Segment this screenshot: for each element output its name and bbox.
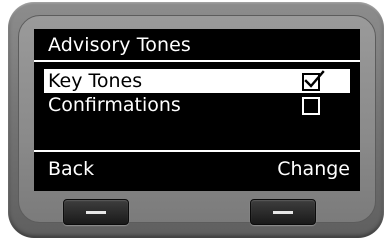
option-label: Confirmations (48, 94, 181, 116)
softkey-back-label[interactable]: Back (48, 157, 94, 181)
minus-bar-icon (86, 211, 106, 214)
softkey-divider (34, 150, 360, 152)
option-confirmations[interactable]: Confirmations (44, 93, 350, 117)
softkey-change-label[interactable]: Change (277, 157, 350, 181)
right-softkey-button[interactable] (250, 199, 316, 225)
screen-title: Advisory Tones (48, 34, 191, 56)
minus-bar-icon (273, 211, 293, 214)
option-key-tones[interactable]: Key Tones (44, 69, 350, 93)
left-softkey-button[interactable] (63, 199, 129, 225)
checkbox-checked-icon[interactable] (302, 70, 325, 91)
display-screen: Advisory Tones Key Tones Confirmations B… (34, 29, 360, 191)
option-label: Key Tones (48, 70, 143, 92)
title-divider (34, 60, 360, 62)
checkbox-unchecked-icon[interactable] (302, 97, 320, 115)
